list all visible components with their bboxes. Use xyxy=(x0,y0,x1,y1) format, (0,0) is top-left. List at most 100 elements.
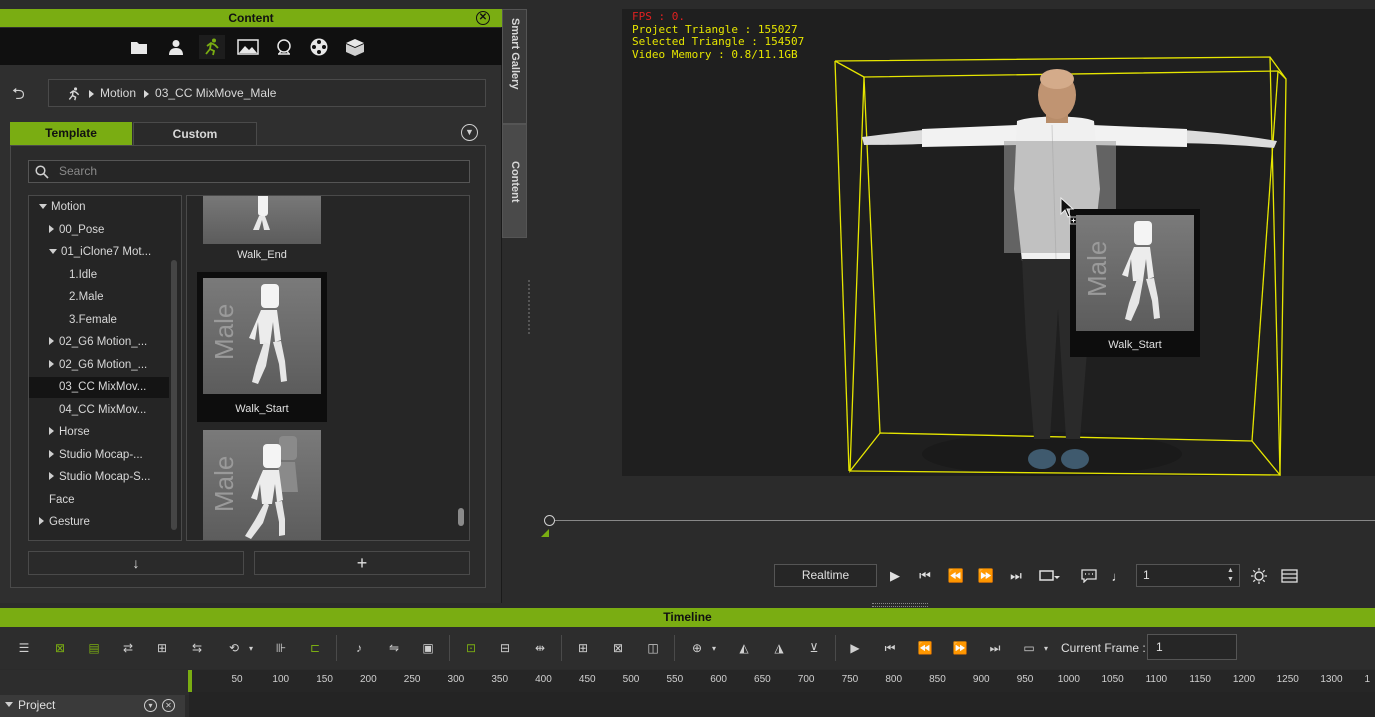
add-button[interactable]: + xyxy=(254,551,470,575)
frame-input[interactable]: 1 xyxy=(1136,564,1240,587)
tree-item[interactable]: 02_G6 Motion_... xyxy=(29,355,169,376)
collapse-arrow-icon[interactable] xyxy=(49,337,54,345)
previous-frame-icon[interactable]: ⏪ xyxy=(945,566,967,586)
download-button[interactable]: ↓ xyxy=(28,551,244,575)
collapse-arrow-icon[interactable] xyxy=(49,224,54,233)
breadcrumb-item[interactable]: 03_CC MixMove_Male xyxy=(155,86,276,100)
search-input[interactable]: Search xyxy=(28,160,470,183)
next-frame-icon[interactable]: ⏩ xyxy=(975,566,997,586)
motion-runner-icon[interactable] xyxy=(199,35,225,59)
actor-icon[interactable] xyxy=(163,35,189,59)
clip-icon[interactable]: ▤ xyxy=(84,639,104,657)
reverse-icon[interactable]: ⇆ xyxy=(187,639,207,657)
props-icon[interactable] xyxy=(271,35,297,59)
grid-item-walk-start[interactable]: Male Walk_Start xyxy=(197,272,327,422)
project-track[interactable]: Project ▾ ✕ xyxy=(0,695,185,717)
collapse-arrow-icon[interactable] xyxy=(49,359,54,368)
swap-icon[interactable]: ⇄ xyxy=(118,639,138,657)
media-reel-icon[interactable] xyxy=(306,35,332,59)
realtime-dropdown[interactable]: Realtime xyxy=(774,564,877,587)
folder-icon[interactable] xyxy=(126,35,152,59)
expand-arrow-icon[interactable] xyxy=(49,249,57,254)
music-note-icon[interactable]: ♩ xyxy=(1107,566,1129,586)
tree-item[interactable]: 00_Pose xyxy=(29,220,169,241)
current-frame-input[interactable]: 1 xyxy=(1147,634,1237,660)
previous-frame-icon[interactable]: ⏪ xyxy=(915,639,935,657)
key-frame-icon[interactable]: ⊠ xyxy=(50,639,70,657)
tree-item[interactable]: Face xyxy=(29,490,169,511)
tree-scrollbar[interactable] xyxy=(171,260,177,530)
back-icon[interactable]: ⮌ xyxy=(12,83,25,110)
zoom-icon[interactable]: ⊕ xyxy=(687,639,707,657)
go-to-end-icon[interactable]: ⏭ xyxy=(1005,566,1027,586)
grid-scrollbar[interactable] xyxy=(458,508,464,526)
tree-item[interactable]: 01_iClone7 Mot... xyxy=(29,242,169,263)
align-icon[interactable]: ⊪ xyxy=(271,639,291,657)
mirror-left-icon[interactable]: ◭ xyxy=(734,639,754,657)
frame-scrubber-track[interactable] xyxy=(549,520,1375,521)
panel-layout-icon[interactable] xyxy=(1278,566,1300,586)
frame-scrubber-handle[interactable] xyxy=(544,515,555,526)
tree-item[interactable]: Studio Mocap-S... xyxy=(29,467,169,488)
remove-track-icon[interactable]: ⊠ xyxy=(608,639,628,657)
expand-arrow-icon[interactable] xyxy=(39,204,47,209)
tree-item[interactable]: Horse xyxy=(29,422,169,443)
transition-icon[interactable]: ⇋ xyxy=(384,639,404,657)
sun-icon[interactable] xyxy=(1248,566,1270,586)
chevron-down-icon[interactable]: ▾ xyxy=(246,639,256,657)
range-select-icon[interactable]: ⊡ xyxy=(461,639,481,657)
loop-icon[interactable]: ▭ xyxy=(1019,639,1039,657)
go-to-start-icon[interactable]: ⏮ xyxy=(914,566,936,586)
add-track-icon[interactable]: ⊞ xyxy=(573,639,593,657)
collapse-arrow-icon[interactable] xyxy=(49,449,54,458)
go-to-end-icon[interactable]: ⏭ xyxy=(985,639,1005,657)
collapse-arrow-icon[interactable] xyxy=(49,427,54,435)
timeline-playhead[interactable] xyxy=(188,670,192,692)
collapse-icon[interactable]: ▾ xyxy=(144,699,157,712)
expand-arrow-icon[interactable] xyxy=(5,702,13,707)
play-icon[interactable]: ▶ xyxy=(845,639,865,657)
split-icon[interactable]: ◫ xyxy=(643,639,663,657)
insert-icon[interactable]: ⊞ xyxy=(152,639,172,657)
collapse-arrow-icon[interactable] xyxy=(39,517,44,525)
subtitle-icon[interactable] xyxy=(1078,566,1100,586)
3d-viewport[interactable]: FPS : 0. Project Triangle : 155027 Selec… xyxy=(622,9,1375,476)
frame-stepper[interactable]: ▲ ▼ xyxy=(1227,566,1234,584)
tab-content[interactable]: Content xyxy=(502,124,527,238)
panel-resize-grip[interactable] xyxy=(528,280,530,334)
close-icon[interactable]: ✕ xyxy=(476,11,490,25)
timeline-ruler[interactable]: 50 100 150 200 250 300 350 400 450 500 550 600 650 70… xyxy=(189,670,1375,692)
grid-item-walk-end[interactable]: Walk_End xyxy=(197,196,327,264)
tree-item[interactable]: Motion xyxy=(29,197,169,218)
tree-item[interactable]: Studio Mocap-... xyxy=(29,445,169,466)
timeline-track-area[interactable] xyxy=(189,692,1375,717)
scene-icon[interactable] xyxy=(235,35,261,59)
sound-icon[interactable]: ♪ xyxy=(349,639,369,657)
export-icon[interactable]: ⊻ xyxy=(804,639,824,657)
motion-layer-icon[interactable]: ▣ xyxy=(418,639,438,657)
collect-clip-icon[interactable]: ⊏ xyxy=(305,639,325,657)
tree-item[interactable]: 02_G6 Motion_... xyxy=(29,332,169,353)
tab-smart-gallery[interactable]: Smart Gallery xyxy=(502,9,527,124)
go-to-start-icon[interactable]: ⏮ xyxy=(880,639,900,657)
loop-icon[interactable] xyxy=(1036,566,1066,586)
tree-item[interactable]: 3.Female xyxy=(29,310,169,331)
tree-item[interactable]: 1.Idle xyxy=(29,265,169,286)
next-frame-icon[interactable]: ⏩ xyxy=(950,639,970,657)
tab-custom[interactable]: Custom xyxy=(133,122,257,145)
package-icon[interactable] xyxy=(342,35,368,59)
timeline-resize-grip[interactable] xyxy=(872,603,928,607)
expand-range-icon[interactable]: ⇹ xyxy=(530,639,550,657)
tree-item[interactable]: 2.Male xyxy=(29,287,169,308)
chevron-down-icon[interactable]: ▾ xyxy=(709,639,719,657)
tree-item[interactable]: 04_CC MixMov... xyxy=(29,400,169,421)
loop-clip-icon[interactable]: ⟲ xyxy=(224,639,244,657)
tree-item[interactable]: Gesture xyxy=(29,512,169,533)
play-icon[interactable]: ▶ xyxy=(884,566,906,586)
chevron-down-icon[interactable]: ▼ xyxy=(461,124,478,141)
grid-item[interactable]: Male xyxy=(197,428,327,540)
fit-range-icon[interactable]: ⊟ xyxy=(495,639,515,657)
breadcrumb-item[interactable]: Motion xyxy=(100,86,136,100)
mirror-right-icon[interactable]: ◮ xyxy=(769,639,789,657)
chevron-down-icon[interactable]: ▾ xyxy=(1041,639,1051,657)
